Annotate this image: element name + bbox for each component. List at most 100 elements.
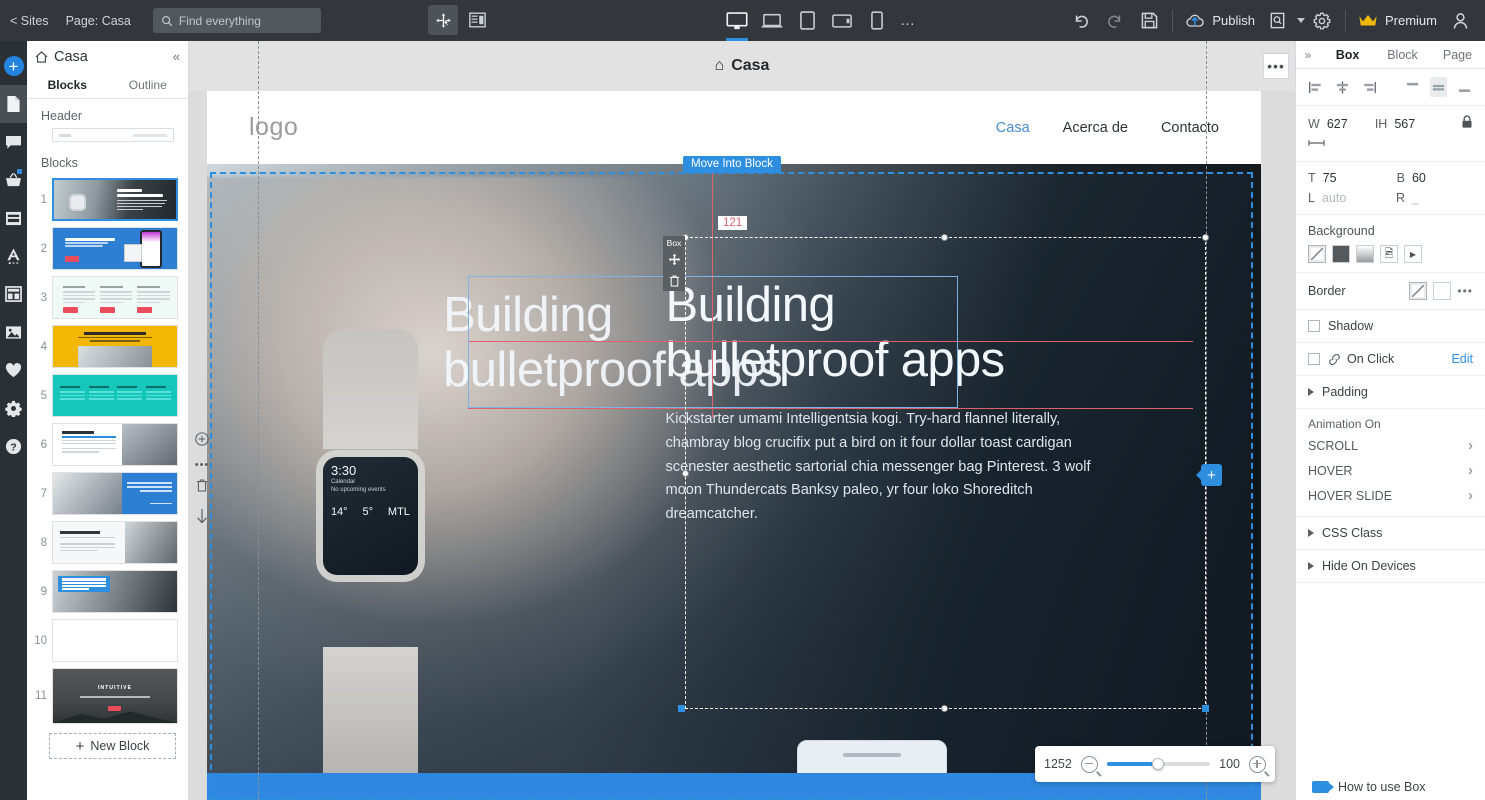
block-thumbnail[interactable] bbox=[52, 276, 178, 319]
add-box-right-button[interactable]: + bbox=[1196, 464, 1222, 486]
block-thumbnail[interactable] bbox=[52, 570, 178, 613]
premium-button[interactable]: Premium bbox=[1352, 13, 1443, 28]
site-logo[interactable]: logo bbox=[249, 113, 298, 142]
block-item-3[interactable]: 3 bbox=[27, 273, 188, 322]
tab-box[interactable]: Box bbox=[1320, 48, 1375, 62]
rail-item-images[interactable] bbox=[0, 313, 27, 351]
rail-item-layout[interactable] bbox=[0, 275, 27, 313]
back-to-sites-link[interactable]: < Sites bbox=[10, 14, 49, 28]
block-item-10[interactable]: 10 bbox=[27, 616, 188, 665]
background-none-swatch[interactable] bbox=[1308, 245, 1326, 263]
border-none-swatch[interactable] bbox=[1409, 282, 1428, 300]
delete-block-icon[interactable] bbox=[196, 479, 208, 497]
block-item-4[interactable]: 4 bbox=[27, 322, 188, 371]
settings-button[interactable] bbox=[1305, 0, 1339, 41]
rail-item-typography[interactable] bbox=[0, 237, 27, 275]
animation-hover[interactable]: HOVER › bbox=[1296, 458, 1485, 483]
block-item-5[interactable]: 5 bbox=[27, 371, 188, 420]
resize-handle-ml[interactable] bbox=[682, 470, 689, 477]
bottom-value[interactable]: 60 bbox=[1412, 171, 1460, 185]
block-options-icon[interactable]: ••• bbox=[195, 460, 210, 471]
block-thumbnail[interactable] bbox=[52, 423, 178, 466]
tab-blocks[interactable]: Blocks bbox=[27, 72, 108, 98]
align-center-icon[interactable] bbox=[1334, 77, 1351, 97]
shadow-checkbox[interactable] bbox=[1308, 320, 1320, 332]
zoom-in-button[interactable] bbox=[1249, 755, 1266, 773]
block-item-2[interactable]: 2 bbox=[27, 224, 188, 273]
account-button[interactable] bbox=[1443, 0, 1477, 41]
tab-block[interactable]: Block bbox=[1375, 48, 1430, 62]
zoom-slider-knob[interactable] bbox=[1152, 758, 1165, 770]
onclick-edit-link[interactable]: Edit bbox=[1451, 352, 1473, 366]
block-thumbnail[interactable] bbox=[52, 521, 178, 564]
preview-dropdown-caret-icon[interactable] bbox=[1296, 18, 1305, 23]
publish-button[interactable]: Publish bbox=[1179, 13, 1261, 29]
block-thumbnail[interactable] bbox=[52, 227, 178, 270]
padding-expander[interactable]: Padding bbox=[1308, 385, 1473, 399]
onclick-checkbox[interactable] bbox=[1308, 353, 1320, 365]
device-tablet-landscape[interactable] bbox=[830, 0, 854, 41]
background-image-swatch[interactable] bbox=[1380, 245, 1398, 263]
block-thumbnail[interactable] bbox=[52, 472, 178, 515]
align-right-icon[interactable] bbox=[1360, 77, 1377, 97]
layers-panel-button[interactable] bbox=[462, 5, 492, 35]
align-middle-icon[interactable] bbox=[1430, 77, 1447, 97]
padding-row[interactable]: Padding bbox=[1296, 376, 1485, 409]
block-item-7[interactable]: 7 bbox=[27, 469, 188, 518]
block-item-6[interactable]: 6 bbox=[27, 420, 188, 469]
rail-item-comments[interactable] bbox=[0, 123, 27, 161]
shadow-toggle[interactable]: Shadow bbox=[1308, 319, 1473, 333]
align-left-icon[interactable] bbox=[1308, 77, 1325, 97]
animation-hover-slide[interactable]: HOVER SLIDE › bbox=[1296, 483, 1485, 508]
box-drag-toolbar[interactable]: Box bbox=[663, 236, 685, 291]
background-gradient-swatch[interactable] bbox=[1356, 245, 1374, 263]
how-to-use-box-link[interactable]: How to use Box bbox=[1296, 780, 1485, 794]
width-value[interactable]: 627 bbox=[1327, 117, 1375, 131]
search-input[interactable]: Find everything bbox=[152, 8, 321, 33]
tab-page[interactable]: Page bbox=[1430, 48, 1485, 62]
left-value[interactable]: auto bbox=[1322, 191, 1370, 205]
nav-item-acerca-de[interactable]: Acerca de bbox=[1063, 120, 1128, 136]
rail-item-blocks[interactable] bbox=[0, 199, 27, 237]
redo-button[interactable] bbox=[1098, 0, 1132, 41]
tab-outline[interactable]: Outline bbox=[108, 72, 189, 98]
move-block-down-icon[interactable] bbox=[196, 508, 208, 529]
css-class-row[interactable]: CSS Class bbox=[1296, 517, 1485, 550]
device-more-button[interactable]: … bbox=[900, 12, 916, 29]
resize-handle-tr[interactable] bbox=[1202, 234, 1209, 241]
add-block-icon[interactable] bbox=[195, 432, 209, 451]
background-solid-swatch[interactable] bbox=[1332, 245, 1350, 263]
blocks-scroll-area[interactable]: Header Blocks 1 2 3 4 5 6 7 8 9 10 11 IN… bbox=[27, 99, 188, 800]
animation-scroll[interactable]: SCROLL › bbox=[1296, 433, 1485, 458]
align-bottom-icon[interactable] bbox=[1456, 77, 1473, 97]
resize-handle-bc[interactable] bbox=[941, 705, 948, 712]
move-tool-button[interactable] bbox=[428, 5, 458, 35]
move-handle-icon[interactable] bbox=[663, 249, 685, 270]
rail-item-add[interactable]: + bbox=[0, 47, 27, 85]
device-mobile[interactable] bbox=[865, 0, 889, 41]
resize-handle-br[interactable] bbox=[1202, 705, 1209, 712]
border-solid-swatch[interactable] bbox=[1433, 282, 1452, 300]
expand-panel-button[interactable]: » bbox=[1296, 48, 1320, 62]
css-class-expander[interactable]: CSS Class bbox=[1308, 526, 1473, 540]
block-thumbnail[interactable] bbox=[52, 374, 178, 417]
resize-handle-tc[interactable] bbox=[941, 234, 948, 241]
block-item-1[interactable]: 1 bbox=[27, 175, 188, 224]
device-laptop[interactable] bbox=[760, 0, 784, 41]
height-value[interactable]: 567 bbox=[1394, 117, 1442, 131]
save-button[interactable] bbox=[1132, 0, 1166, 41]
resize-handle-bl[interactable] bbox=[678, 705, 685, 712]
top-value[interactable]: 75 bbox=[1323, 171, 1371, 185]
block-thumbnail[interactable]: INTUITIVE bbox=[52, 668, 178, 724]
zoom-out-button[interactable] bbox=[1080, 755, 1098, 773]
preview-button[interactable] bbox=[1261, 0, 1295, 41]
undo-button[interactable] bbox=[1064, 0, 1098, 41]
block-thumbnail[interactable] bbox=[52, 178, 178, 221]
lock-icon[interactable] bbox=[1461, 115, 1473, 132]
delete-box-icon[interactable] bbox=[663, 270, 685, 291]
block-thumbnail[interactable] bbox=[52, 325, 178, 368]
right-value[interactable]: _ bbox=[1412, 191, 1460, 205]
new-block-button[interactable]: + New Block bbox=[49, 733, 176, 759]
onclick-toggle[interactable]: On Click Edit bbox=[1308, 352, 1473, 366]
rail-item-favorites[interactable] bbox=[0, 351, 27, 389]
